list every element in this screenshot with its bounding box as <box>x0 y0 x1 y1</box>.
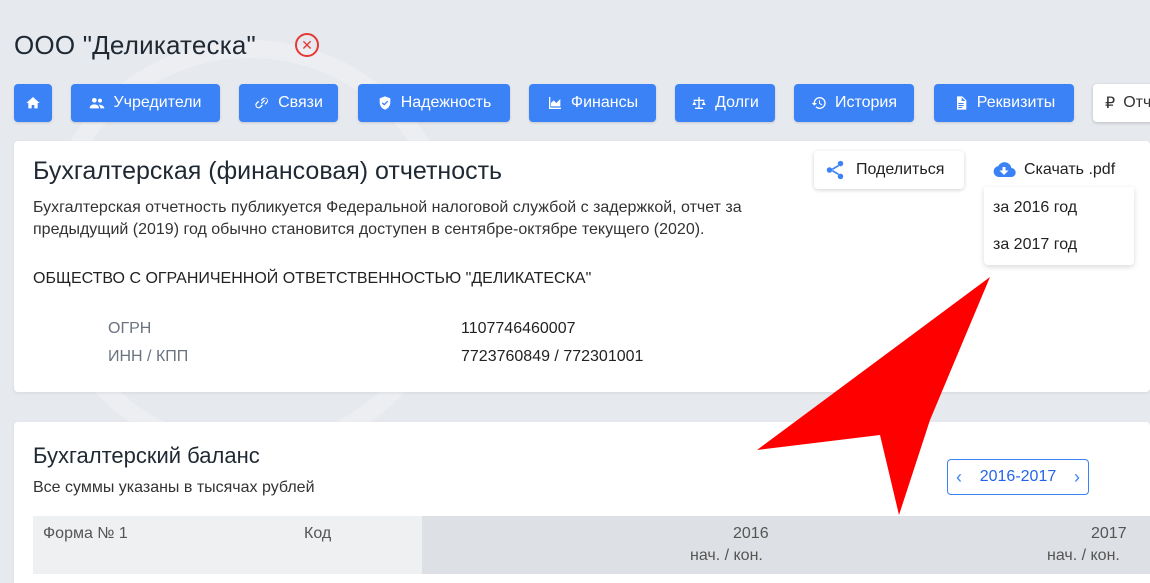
share-button[interactable]: Поделиться <box>814 151 964 189</box>
nav-founders-button[interactable]: Учредители <box>71 84 220 122</box>
nav-debts-button[interactable]: Долги <box>675 84 775 122</box>
home-icon <box>26 97 40 109</box>
share-icon <box>826 160 844 180</box>
balance-subtitle: Все суммы указаны в тысячах рублей <box>33 479 315 496</box>
liquidated-close-icon[interactable]: ✕ <box>295 33 319 57</box>
nav-home-button[interactable] <box>14 84 52 122</box>
period-selector: ‹ 2016-2017 › <box>947 459 1089 495</box>
section-nav: Учредители Связи Надежность Финансы Долг… <box>0 84 1150 122</box>
share-label: Поделиться <box>856 161 945 178</box>
col-year-2016: 2016 <box>733 525 769 542</box>
nav-reports-label: Отч <box>1123 94 1150 111</box>
nav-reliability-button[interactable]: Надежность <box>358 84 510 122</box>
people-icon <box>90 98 105 109</box>
nav-requisites-label: Реквизиты <box>976 94 1056 111</box>
history-icon <box>811 96 826 109</box>
nav-links-button[interactable]: Связи <box>239 84 338 122</box>
ogrn-label: ОГРН <box>108 320 152 337</box>
area-chart-icon <box>548 97 561 109</box>
period-label: 2016-2017 <box>979 468 1057 485</box>
nav-debts-label: Долги <box>715 94 759 111</box>
nav-reliability-label: Надежность <box>400 94 492 111</box>
download-dropdown: за 2016 год за 2017 год <box>984 187 1134 265</box>
nav-history-button[interactable]: История <box>794 84 914 122</box>
nav-finance-label: Финансы <box>570 94 639 111</box>
company-title: ООО "Деликатеска" <box>14 30 256 60</box>
nav-history-label: История <box>834 94 898 111</box>
download-option-2016[interactable]: за 2016 год <box>993 199 1077 217</box>
balance-title: Бухгалтерский баланс <box>33 443 260 468</box>
cloud-download-icon <box>993 162 1016 178</box>
download-pdf-button[interactable]: Скачать .pdf <box>984 151 1136 189</box>
financial-report-card: Бухгалтерская (финансовая) отчетность Бу… <box>14 141 1150 392</box>
nav-links-label: Связи <box>278 94 323 111</box>
col-year-2017-sub: нач. / кон. <box>1047 547 1120 564</box>
download-pdf-label: Скачать .pdf <box>1024 161 1116 178</box>
ogrn-value: 1107746460007 <box>461 320 576 337</box>
shield-check-icon <box>379 96 391 110</box>
balance-table-header: Форма № 1 Код 2016 нач. / кон. 2017 нач.… <box>33 516 1150 574</box>
col-code: Код <box>304 525 332 542</box>
document-icon <box>956 96 967 110</box>
report-title: Бухгалтерская (финансовая) отчетность <box>33 157 503 185</box>
link-icon <box>255 97 269 109</box>
nav-reports-button[interactable]: ₽ Отч <box>1093 84 1150 122</box>
organization-name: ОБЩЕСТВО С ОГРАНИЧЕННОЙ ОТВЕТСТВЕННОСТЬЮ… <box>33 270 592 287</box>
year-columns-background <box>422 516 1150 574</box>
nav-requisites-button[interactable]: Реквизиты <box>934 84 1074 122</box>
ruble-icon: ₽ <box>1105 95 1116 112</box>
chevron-right-icon[interactable]: › <box>1074 467 1080 488</box>
col-year-2017: 2017 <box>1091 525 1127 542</box>
download-option-2017[interactable]: за 2017 год <box>993 236 1077 254</box>
balance-sheet-card: Бухгалтерский баланс Все суммы указаны в… <box>14 422 1150 583</box>
inn-kpp-value: 7723760849 / 772301001 <box>461 348 644 365</box>
report-description: Бухгалтерская отчетность публикуется Фед… <box>33 199 742 238</box>
col-form: Форма № 1 <box>43 525 128 542</box>
nav-finance-button[interactable]: Финансы <box>529 84 656 122</box>
chevron-left-icon[interactable]: ‹ <box>956 467 962 488</box>
col-year-2016-sub: нач. / кон. <box>690 547 763 564</box>
nav-founders-label: Учредители <box>113 94 202 111</box>
scales-icon <box>692 97 706 109</box>
inn-kpp-label: ИНН / КПП <box>108 348 189 365</box>
